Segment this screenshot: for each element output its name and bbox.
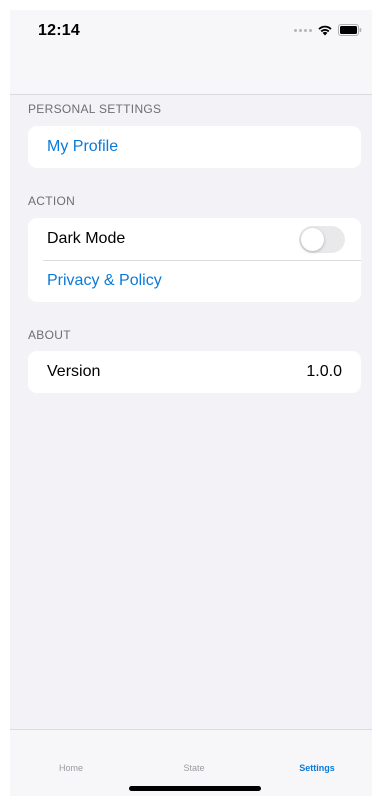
tab-state[interactable]: State (183, 763, 204, 773)
signal-dots-icon (294, 28, 312, 32)
version-value: 1.0.0 (306, 363, 342, 380)
version-label: Version (47, 363, 101, 380)
about-group: Version 1.0.0 (28, 351, 361, 393)
dark-mode-label: Dark Mode (47, 230, 126, 247)
section-header-about: ABOUT (28, 328, 71, 342)
status-bar: 12:14 (10, 10, 372, 95)
my-profile-label: My Profile (47, 138, 119, 155)
personal-settings-group: My Profile (28, 126, 361, 168)
tab-settings[interactable]: Settings (299, 763, 335, 773)
version-row: Version 1.0.0 (28, 351, 361, 393)
my-profile-row[interactable]: My Profile (28, 126, 361, 168)
privacy-policy-label: Privacy & Policy (47, 272, 162, 289)
toggle-knob (301, 227, 324, 251)
status-time: 12:14 (38, 22, 80, 39)
section-header-action: ACTION (28, 194, 76, 208)
action-group: Dark Mode Privacy & Policy (28, 218, 361, 302)
wifi-icon (318, 25, 332, 36)
privacy-policy-row[interactable]: Privacy & Policy (28, 260, 361, 302)
dark-mode-toggle[interactable] (299, 225, 345, 253)
section-header-personal: PERSONAL SETTINGS (28, 102, 162, 116)
tab-bar: Home State Settings (10, 729, 372, 796)
app-screen: 12:14 PERSONAL SETTINGS My Profile ACTIO… (10, 10, 372, 796)
status-icons (294, 24, 362, 36)
battery-icon (338, 24, 362, 36)
dark-mode-row: Dark Mode (28, 218, 361, 260)
home-indicator (129, 786, 261, 791)
tab-home[interactable]: Home (59, 763, 83, 773)
